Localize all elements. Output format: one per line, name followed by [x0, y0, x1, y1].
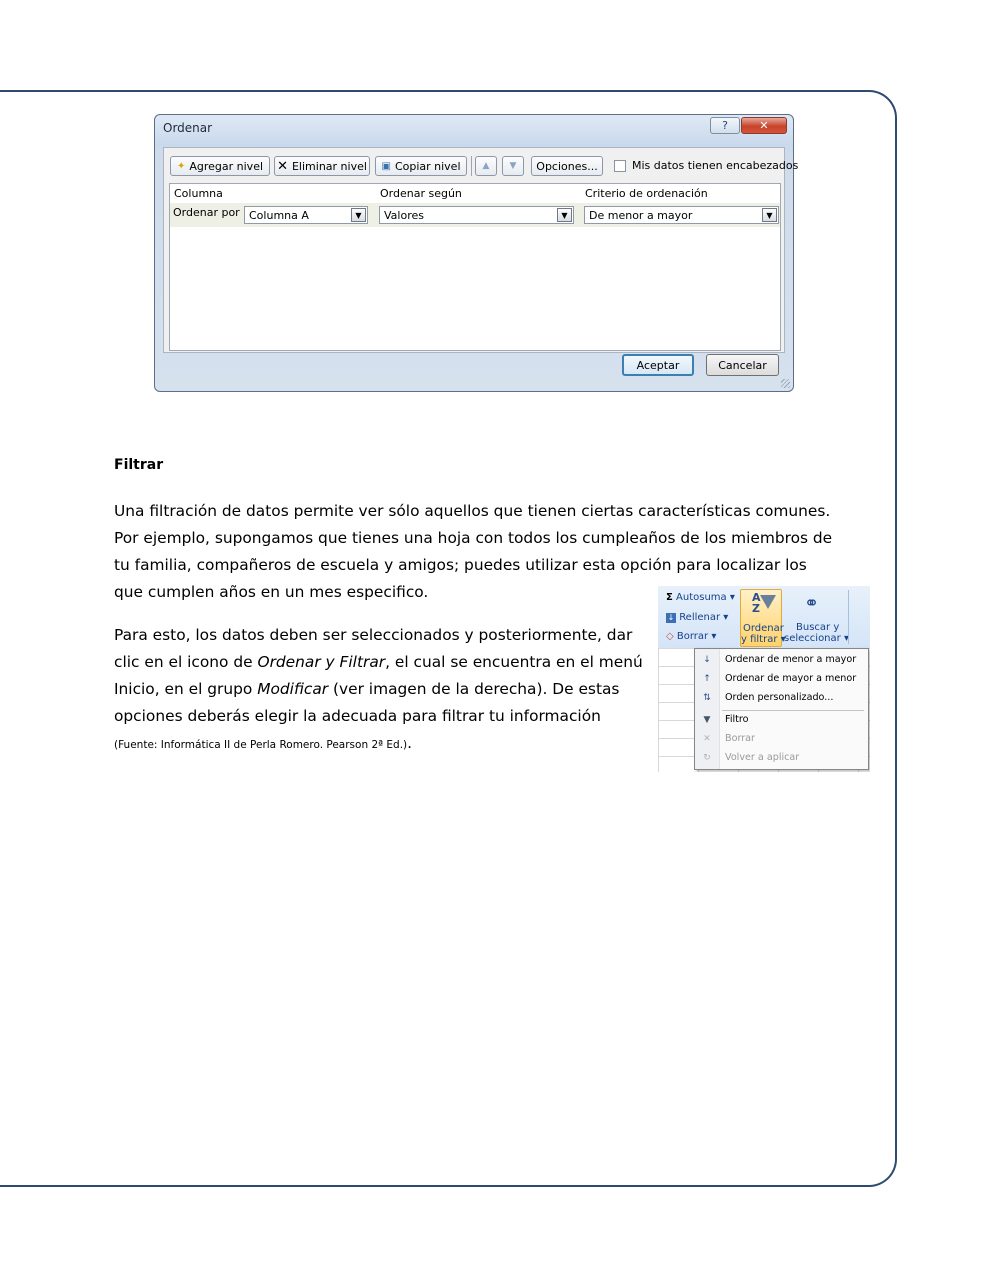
help-button[interactable]: ? — [710, 117, 740, 134]
close-button[interactable]: ✕ — [741, 117, 787, 134]
column-header-order: Criterio de ordenación — [585, 187, 708, 200]
toolbar-separator — [471, 156, 472, 176]
filter-icon: ▼ — [703, 715, 711, 725]
menu-item-custom-sort[interactable]: ⇅ Orden personalizado... — [695, 689, 868, 708]
menu-item-sort-asc[interactable]: ↓ Ordenar de menor a mayor — [695, 651, 868, 670]
dialog-title: Ordenar — [163, 121, 213, 135]
custom-sort-icon: ⇅ — [703, 693, 711, 703]
delete-level-button[interactable]: ✕ Eliminar nivel — [274, 156, 370, 176]
add-level-icon: ✦ — [176, 160, 186, 172]
autosum-button[interactable]: Σ Autosuma ▾ — [666, 592, 735, 603]
delete-icon: ✕ — [277, 158, 288, 174]
sort-dialog: Ordenar ? ✕ ✦ Agregar nivel ✕ Eliminar n… — [154, 114, 798, 392]
resize-grip[interactable] — [781, 379, 790, 388]
clear-filter-icon: ✕ — [703, 734, 711, 744]
sort-filter-button[interactable]: AZ Ordenar y filtrar ▾ — [740, 589, 786, 647]
sort-ascending-icon: ↓ — [703, 655, 711, 665]
copy-level-button[interactable]: ▣ Copiar nivel — [375, 156, 467, 176]
chevron-down-icon: ▼ — [762, 208, 777, 222]
sort-level-row[interactable]: Ordenar por Columna A ▼ Valores ▼ De men… — [170, 203, 780, 227]
headers-checkbox[interactable] — [614, 160, 626, 172]
section-heading: Filtrar — [114, 457, 164, 473]
row-label: Ordenar por — [173, 206, 240, 219]
move-down-button[interactable]: ▼ — [502, 156, 524, 176]
grid-header: Columna Ordenar según Criterio de ordena… — [170, 184, 780, 204]
options-button[interactable]: Opciones... — [531, 156, 603, 176]
column-header-sort-on: Ordenar según — [380, 187, 462, 200]
eraser-icon: ◇ — [666, 631, 674, 642]
column-header-column: Columna — [174, 187, 223, 200]
close-icon: ✕ — [759, 119, 769, 132]
move-up-button[interactable]: ▲ — [475, 156, 497, 176]
menu-item-filter[interactable]: ▼ Filtro — [695, 711, 868, 730]
reapply-icon: ↻ — [703, 753, 711, 763]
ok-button[interactable]: Aceptar — [622, 354, 694, 376]
arrow-up-icon: ▲ — [482, 161, 490, 171]
sort-descending-icon: ↑ — [703, 674, 711, 684]
menu-item-sort-desc[interactable]: ↑ Ordenar de mayor a menor — [695, 670, 868, 689]
clear-button[interactable]: ◇ Borrar ▾ — [666, 631, 716, 642]
column-select[interactable]: Columna A ▼ — [244, 206, 368, 224]
source-citation: (Fuente: Informática II de Perla Romero.… — [114, 739, 408, 751]
copy-icon: ▣ — [381, 160, 391, 172]
ribbon-separator — [848, 590, 849, 644]
fill-down-icon: ↓ — [666, 613, 676, 623]
menu-item-clear: ✕ Borrar — [695, 730, 868, 749]
cancel-button[interactable]: Cancelar — [706, 354, 779, 376]
find-select-button[interactable]: ⚭ Buscar y seleccionar ▾ — [784, 589, 849, 647]
sort-on-select[interactable]: Valores ▼ — [379, 206, 574, 224]
ribbon-group-modificar: Σ Autosuma ▾ ↓ Rellenar ▾ ◇ Borrar ▾ AZ … — [658, 586, 870, 649]
chevron-down-icon: ▼ — [351, 208, 366, 222]
fill-button[interactable]: ↓ Rellenar ▾ — [666, 612, 728, 623]
menu-item-reapply: ↻ Volver a aplicar — [695, 749, 868, 768]
binoculars-icon: ⚭ — [804, 593, 820, 614]
order-select[interactable]: De menor a mayor ▼ — [584, 206, 779, 224]
sort-levels-grid: Columna Ordenar según Criterio de ordena… — [169, 183, 781, 351]
arrow-down-icon: ▼ — [509, 161, 517, 171]
headers-checkbox-label: Mis datos tienen encabezados — [632, 159, 799, 172]
paragraph-2: Para esto, los datos deben ser seleccion… — [114, 626, 643, 752]
chevron-down-icon: ▼ — [557, 208, 572, 222]
add-level-button[interactable]: ✦ Agregar nivel — [170, 156, 270, 176]
sigma-icon: Σ — [666, 592, 673, 603]
sort-filter-menu: ↓ Ordenar de menor a mayor ↑ Ordenar de … — [694, 648, 869, 770]
funnel-icon — [760, 595, 776, 609]
ribbon-screenshot: Σ Autosuma ▾ ↓ Rellenar ▾ ◇ Borrar ▾ AZ … — [658, 586, 870, 772]
